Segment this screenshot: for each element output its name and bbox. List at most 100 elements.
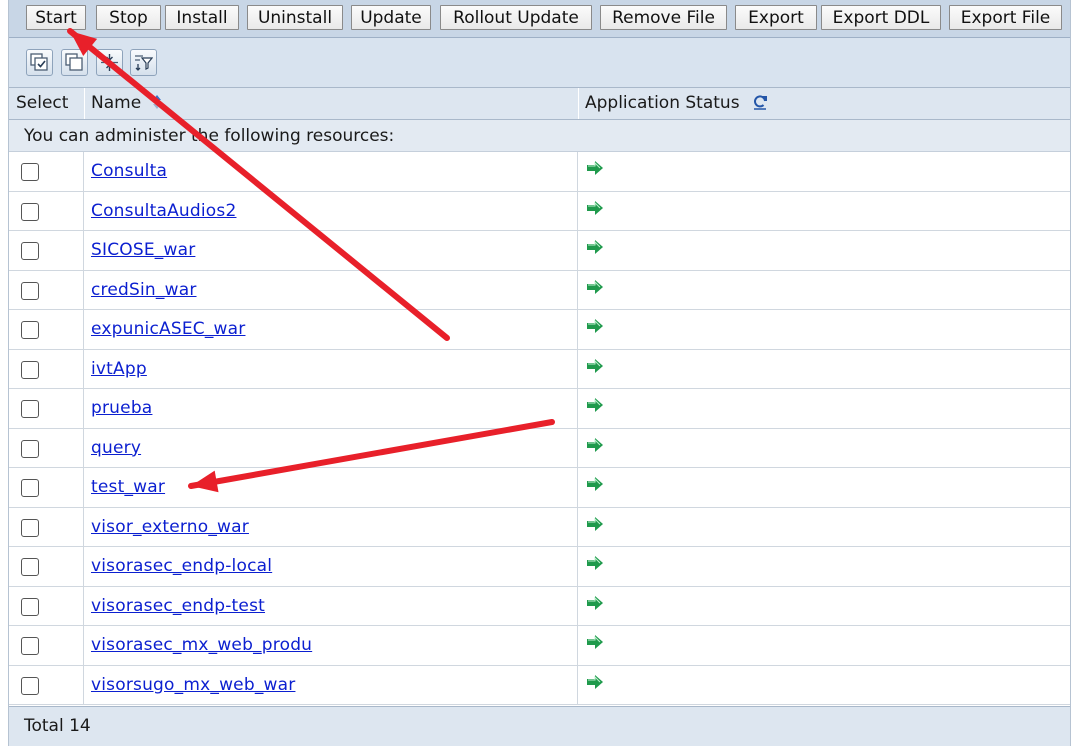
application-link[interactable]: credSin_war	[91, 280, 197, 300]
action-toolbar: Start Stop Install Uninstall Update Roll…	[9, 0, 1070, 38]
application-list: Consulta ConsultaAudios2 SICOSE_war credSin…	[9, 152, 1070, 705]
application-link[interactable]: query	[91, 438, 141, 458]
table-row: ivtApp	[9, 349, 1070, 389]
name-cell: query	[84, 428, 578, 467]
name-cell: Consulta	[84, 152, 578, 191]
sort-arrows-icon[interactable]	[151, 94, 163, 110]
select-cell	[9, 665, 84, 704]
show-filter-icon[interactable]	[130, 49, 157, 76]
application-link[interactable]: SICOSE_war	[91, 240, 195, 260]
application-link[interactable]: prueba	[91, 398, 152, 418]
select-cell	[9, 547, 84, 586]
select-cell	[9, 191, 84, 230]
status-cell	[578, 389, 1070, 428]
table-row: ConsultaAudios2	[9, 191, 1070, 231]
select-all-icon[interactable]	[26, 49, 53, 76]
table-header-row: Select Name Application Status	[9, 88, 1070, 120]
expand-filter-icon[interactable]	[96, 49, 123, 76]
table-footer-total: Total 14	[9, 706, 1070, 746]
name-column-label: Name	[91, 93, 142, 113]
row-checkbox[interactable]	[21, 479, 39, 497]
row-checkbox[interactable]	[21, 202, 39, 221]
export-button[interactable]: Export	[735, 5, 817, 30]
application-link[interactable]: visorsugo_mx_web_war	[91, 675, 295, 695]
application-link[interactable]: visorasec_endp-local	[91, 556, 272, 576]
status-cell	[578, 350, 1070, 389]
name-cell: visorsugo_mx_web_war	[84, 665, 578, 704]
row-checkbox[interactable]	[21, 518, 39, 537]
application-link[interactable]: visorasec_endp-test	[91, 596, 265, 616]
select-cell	[9, 586, 84, 625]
stop-button[interactable]: Stop	[96, 5, 161, 30]
select-cell	[9, 428, 84, 467]
row-checkbox[interactable]	[21, 439, 39, 458]
started-arrow-icon	[586, 633, 604, 656]
status-cell	[578, 508, 1070, 547]
row-checkbox[interactable]	[21, 676, 39, 695]
selection-icon-toolbar	[9, 38, 1070, 88]
status-cell	[578, 587, 1070, 626]
application-link[interactable]: expunicASEC_war	[91, 319, 245, 339]
row-checkbox[interactable]	[21, 360, 39, 379]
status-cell	[578, 271, 1070, 310]
remove-file-button[interactable]: Remove File	[600, 5, 727, 30]
select-cell	[9, 310, 84, 349]
application-status-label: Application Status	[585, 93, 740, 113]
row-checkbox[interactable]	[21, 321, 39, 339]
name-cell: visorasec_endp-local	[84, 547, 578, 586]
row-checkbox[interactable]	[21, 281, 39, 300]
application-link[interactable]: ConsultaAudios2	[91, 201, 236, 221]
status-cell	[578, 547, 1070, 586]
name-cell: ivtApp	[84, 349, 578, 388]
started-arrow-icon	[586, 317, 604, 340]
select-cell	[9, 389, 84, 428]
refresh-icon[interactable]	[751, 93, 769, 111]
name-column-header[interactable]: Name	[84, 88, 578, 119]
row-checkbox[interactable]	[21, 242, 39, 260]
deselect-all-icon[interactable]	[61, 49, 88, 76]
select-column-header: Select	[16, 93, 69, 113]
table-row: credSin_war	[9, 270, 1070, 310]
table-row: Consulta	[9, 152, 1070, 192]
status-cell	[578, 429, 1070, 468]
table-row: visor_externo_war	[9, 507, 1070, 547]
row-checkbox[interactable]	[21, 637, 39, 655]
select-cell	[9, 507, 84, 546]
select-cell	[9, 270, 84, 309]
application-link[interactable]: ivtApp	[91, 359, 147, 379]
select-cell	[9, 626, 84, 665]
status-cell	[578, 231, 1070, 270]
name-cell: visorasec_endp-test	[84, 586, 578, 625]
row-checkbox[interactable]	[21, 597, 39, 616]
application-link[interactable]: test_war	[91, 477, 165, 497]
status-cell	[578, 626, 1070, 665]
status-cell	[578, 310, 1070, 349]
table-row: prueba	[9, 389, 1070, 429]
name-cell: ConsultaAudios2	[84, 191, 578, 230]
name-cell: visorasec_mx_web_produ	[84, 626, 578, 665]
started-arrow-icon	[586, 278, 604, 301]
uninstall-button[interactable]: Uninstall	[247, 5, 343, 30]
table-row: visorasec_mx_web_produ	[9, 626, 1070, 666]
select-cell	[9, 152, 84, 191]
export-ddl-button[interactable]: Export DDL	[821, 5, 941, 30]
install-button[interactable]: Install	[165, 5, 239, 30]
name-cell: prueba	[84, 389, 578, 428]
select-cell	[9, 468, 84, 507]
administer-notice: You can administer the following resourc…	[9, 120, 1070, 152]
name-cell: expunicASEC_war	[84, 310, 578, 349]
export-file-button[interactable]: Export File	[949, 5, 1062, 30]
row-checkbox[interactable]	[21, 163, 39, 181]
name-cell: visor_externo_war	[84, 507, 578, 546]
row-checkbox[interactable]	[21, 400, 39, 418]
status-cell	[578, 468, 1070, 507]
status-cell	[578, 192, 1070, 231]
start-button[interactable]: Start	[26, 5, 86, 30]
application-link[interactable]: visorasec_mx_web_produ	[91, 635, 312, 655]
application-link[interactable]: Consulta	[91, 161, 167, 181]
application-link[interactable]: visor_externo_war	[91, 517, 249, 537]
rollout-update-button[interactable]: Rollout Update	[440, 5, 592, 30]
started-arrow-icon	[586, 396, 604, 419]
update-button[interactable]: Update	[351, 5, 431, 30]
row-checkbox[interactable]	[21, 558, 39, 576]
